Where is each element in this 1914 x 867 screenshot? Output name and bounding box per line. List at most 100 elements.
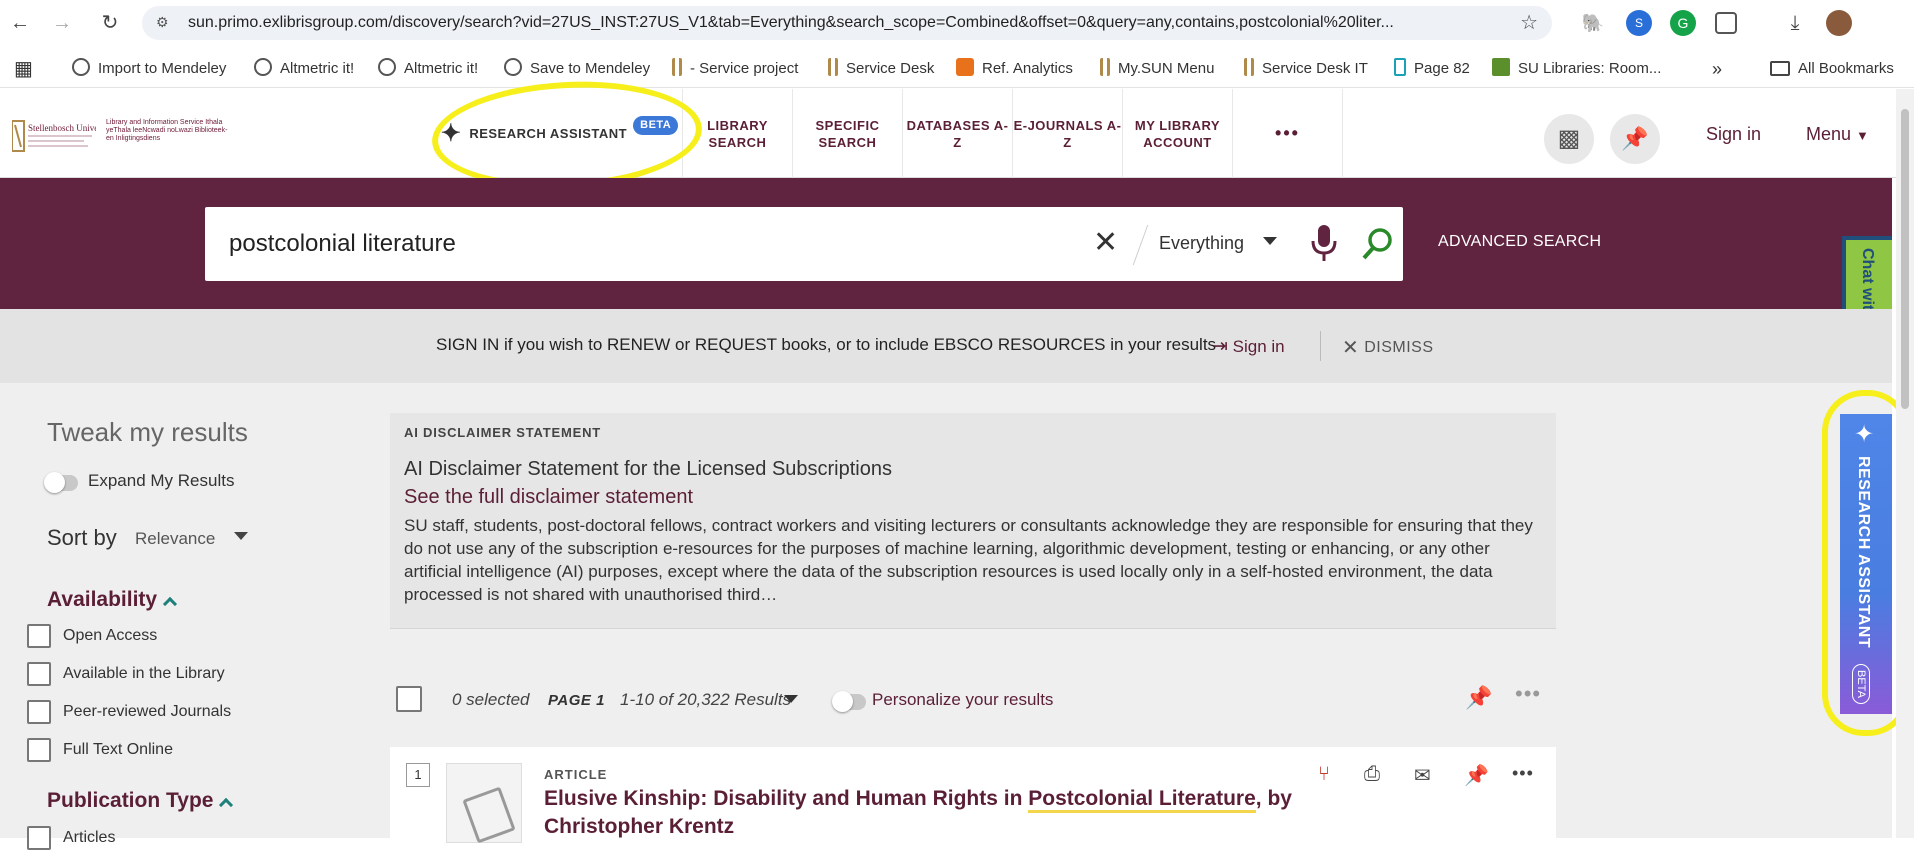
facet-open-access[interactable]: Open Access bbox=[27, 624, 157, 648]
dismiss-button[interactable]: ✕ DISMISS bbox=[1342, 335, 1434, 360]
pin-icon[interactable]: 📌 bbox=[1464, 763, 1489, 788]
bookmark-page-82[interactable]: Page 82 bbox=[1394, 52, 1470, 86]
bookmark-su-libraries[interactable]: SU Libraries: Room... bbox=[1492, 52, 1661, 86]
profile-avatar[interactable] bbox=[1826, 10, 1852, 36]
url-text[interactable]: sun.primo.exlibrisgroup.com/discovery/se… bbox=[188, 6, 1498, 40]
bookmark-service-desk-it[interactable]: Service Desk IT bbox=[1244, 52, 1368, 86]
globe-icon bbox=[72, 58, 90, 76]
extensions-puzzle-icon[interactable] bbox=[1715, 12, 1737, 34]
checkbox[interactable] bbox=[27, 738, 51, 762]
nav-research-assistant[interactable]: ✦ RESEARCH ASSISTANT BETA bbox=[437, 89, 683, 178]
site-info-icon[interactable]: ⚙ bbox=[156, 14, 174, 32]
s-extension-icon[interactable]: S bbox=[1626, 10, 1652, 36]
header-sign-in[interactable]: Sign in bbox=[1706, 124, 1761, 145]
nav-my-library-account[interactable]: MY LIBRARY ACCOUNT bbox=[1123, 89, 1233, 178]
print-icon[interactable]: ⎙ bbox=[1364, 763, 1380, 786]
search-input[interactable] bbox=[229, 207, 1069, 281]
side-research-assistant-tab[interactable]: ✦ RESEARCH ASSISTANT BETA bbox=[1840, 414, 1892, 714]
result-card[interactable]: 1 ARTICLE Elusive Kinship: Disability an… bbox=[390, 747, 1556, 867]
all-bookmarks[interactable]: All Bookmarks bbox=[1770, 52, 1894, 86]
nav-more-icon[interactable]: ••• bbox=[1233, 89, 1343, 178]
publication-type-heading[interactable]: Publication Type bbox=[47, 789, 234, 813]
nav-specific-search[interactable]: SPECIFIC SEARCH bbox=[793, 89, 903, 178]
sort-select[interactable]: Relevance bbox=[135, 529, 215, 549]
result-title[interactable]: Elusive Kinship: Disability and Human Ri… bbox=[544, 785, 1304, 841]
facet-full-text[interactable]: Full Text Online bbox=[27, 738, 173, 762]
search-scope-select[interactable]: Everything bbox=[1159, 233, 1244, 254]
sort-by-label: Sort by bbox=[47, 525, 117, 550]
checkbox[interactable] bbox=[27, 700, 51, 724]
grid-app-icon bbox=[1492, 58, 1510, 76]
signin-banner: SIGN IN if you wish to RENEW or REQUEST … bbox=[0, 309, 1892, 383]
apps-grid-icon[interactable]: ▦ bbox=[14, 52, 33, 86]
more-options-icon[interactable]: ••• bbox=[1512, 763, 1534, 784]
facet-available-library[interactable]: Available in the Library bbox=[27, 662, 225, 686]
banner-sign-in-link[interactable]: ⇥ Sign in bbox=[1212, 335, 1285, 358]
select-all-checkbox[interactable] bbox=[396, 686, 422, 712]
citation-trail-icon[interactable]: ⑂ bbox=[1318, 763, 1330, 786]
bookmark-import-mendeley[interactable]: Import to Mendeley bbox=[72, 52, 226, 86]
ai-disclaimer-panel: AI DISCLAIMER STATEMENT AI Disclaimer St… bbox=[390, 413, 1556, 629]
checkbox[interactable] bbox=[27, 662, 51, 686]
availability-heading[interactable]: Availability bbox=[47, 588, 178, 612]
facet-articles[interactable]: Articles bbox=[27, 826, 115, 850]
selected-count: 0 selected bbox=[452, 690, 530, 709]
scope-caret-icon[interactable] bbox=[1263, 237, 1277, 245]
pin-icon[interactable]: 📌 bbox=[1465, 685, 1492, 711]
nav-library-search[interactable]: LIBRARY SEARCH bbox=[683, 89, 793, 178]
advanced-search-link[interactable]: ADVANCED SEARCH bbox=[1438, 233, 1601, 251]
pin-icon[interactable]: 📌 bbox=[1610, 114, 1660, 164]
bookmark-service-desk[interactable]: Service Desk bbox=[828, 52, 934, 86]
bookmark-altmetric-2[interactable]: Altmetric it! bbox=[378, 52, 478, 86]
bookmark-altmetric-1[interactable]: Altmetric it! bbox=[254, 52, 354, 86]
bookmark-ref-analytics[interactable]: Ref. Analytics bbox=[956, 52, 1073, 86]
search-box: ✕ Everything bbox=[205, 207, 1403, 281]
expand-results-toggle[interactable] bbox=[44, 472, 78, 493]
checkbox[interactable] bbox=[27, 826, 51, 850]
sort-caret-icon[interactable] bbox=[234, 532, 248, 540]
disclaimer-link[interactable]: See the full disclaimer statement bbox=[404, 486, 693, 509]
more-options-icon[interactable]: ••• bbox=[1515, 681, 1541, 707]
disclaimer-tag: AI DISCLAIMER STATEMENT bbox=[404, 425, 602, 440]
close-icon: ✕ bbox=[1342, 337, 1360, 359]
personalize-toggle[interactable] bbox=[832, 691, 866, 712]
globe-icon bbox=[504, 58, 522, 76]
bookmark-star-icon[interactable]: ☆ bbox=[1520, 10, 1538, 35]
email-icon[interactable]: ✉ bbox=[1414, 763, 1431, 788]
results-count[interactable]: 1-10 of 20,322 Results bbox=[620, 690, 791, 710]
sign-in-icon: ⇥ bbox=[1212, 336, 1228, 357]
bookmark-service-project[interactable]: - Service project bbox=[672, 52, 798, 86]
page-scrollbar[interactable] bbox=[1896, 89, 1914, 838]
address-bar[interactable]: ⚙ sun.primo.exlibrisgroup.com/discovery/… bbox=[142, 6, 1552, 40]
qr-code-icon[interactable]: ▩ bbox=[1544, 114, 1594, 164]
caret-down-icon: ▼ bbox=[1856, 128, 1869, 143]
search-go-icon[interactable] bbox=[1361, 227, 1393, 261]
results-caret-icon[interactable] bbox=[784, 695, 798, 703]
back-icon[interactable]: ← bbox=[6, 9, 34, 37]
forward-icon[interactable]: → bbox=[48, 9, 76, 37]
nav-ejournals-az[interactable]: E-JOURNALS A-Z bbox=[1013, 89, 1123, 178]
nav-databases-az[interactable]: DATABASES A-Z bbox=[903, 89, 1013, 178]
university-logo[interactable]: Stellenbosch University bbox=[12, 119, 96, 153]
su-crest-icon bbox=[1100, 58, 1110, 76]
tweak-results-heading: Tweak my results bbox=[47, 417, 248, 447]
globe-icon bbox=[254, 58, 272, 76]
header-menu[interactable]: Menu ▼ bbox=[1806, 124, 1869, 145]
bookmark-mysun-menu[interactable]: My.SUN Menu bbox=[1100, 52, 1214, 86]
download-icon[interactable]: ⤓ bbox=[1782, 10, 1808, 36]
facet-peer-reviewed[interactable]: Peer-reviewed Journals bbox=[27, 700, 231, 724]
scrollbar-thumb[interactable] bbox=[1901, 109, 1909, 409]
checkbox[interactable] bbox=[27, 624, 51, 648]
bookmark-save-mendeley[interactable]: Save to Mendeley bbox=[504, 52, 650, 86]
reload-icon[interactable]: ↻ bbox=[96, 9, 124, 37]
bookmarks-overflow-icon[interactable]: » bbox=[1712, 52, 1722, 86]
microphone-icon[interactable] bbox=[1311, 225, 1337, 263]
disclaimer-body: SU staff, students, post-doctoral fellow… bbox=[404, 516, 1533, 604]
sparkle-icon: ✦ bbox=[440, 120, 462, 147]
evernote-extension-icon[interactable]: 🐘 bbox=[1580, 10, 1606, 36]
search-band: ✕ Everything ADVANCED SEARCH bbox=[0, 178, 1892, 309]
chevron-up-icon bbox=[219, 797, 234, 813]
clear-search-icon[interactable]: ✕ bbox=[1093, 225, 1118, 260]
grammarly-extension-icon[interactable]: G bbox=[1670, 10, 1696, 36]
question-badge-icon bbox=[956, 58, 974, 76]
